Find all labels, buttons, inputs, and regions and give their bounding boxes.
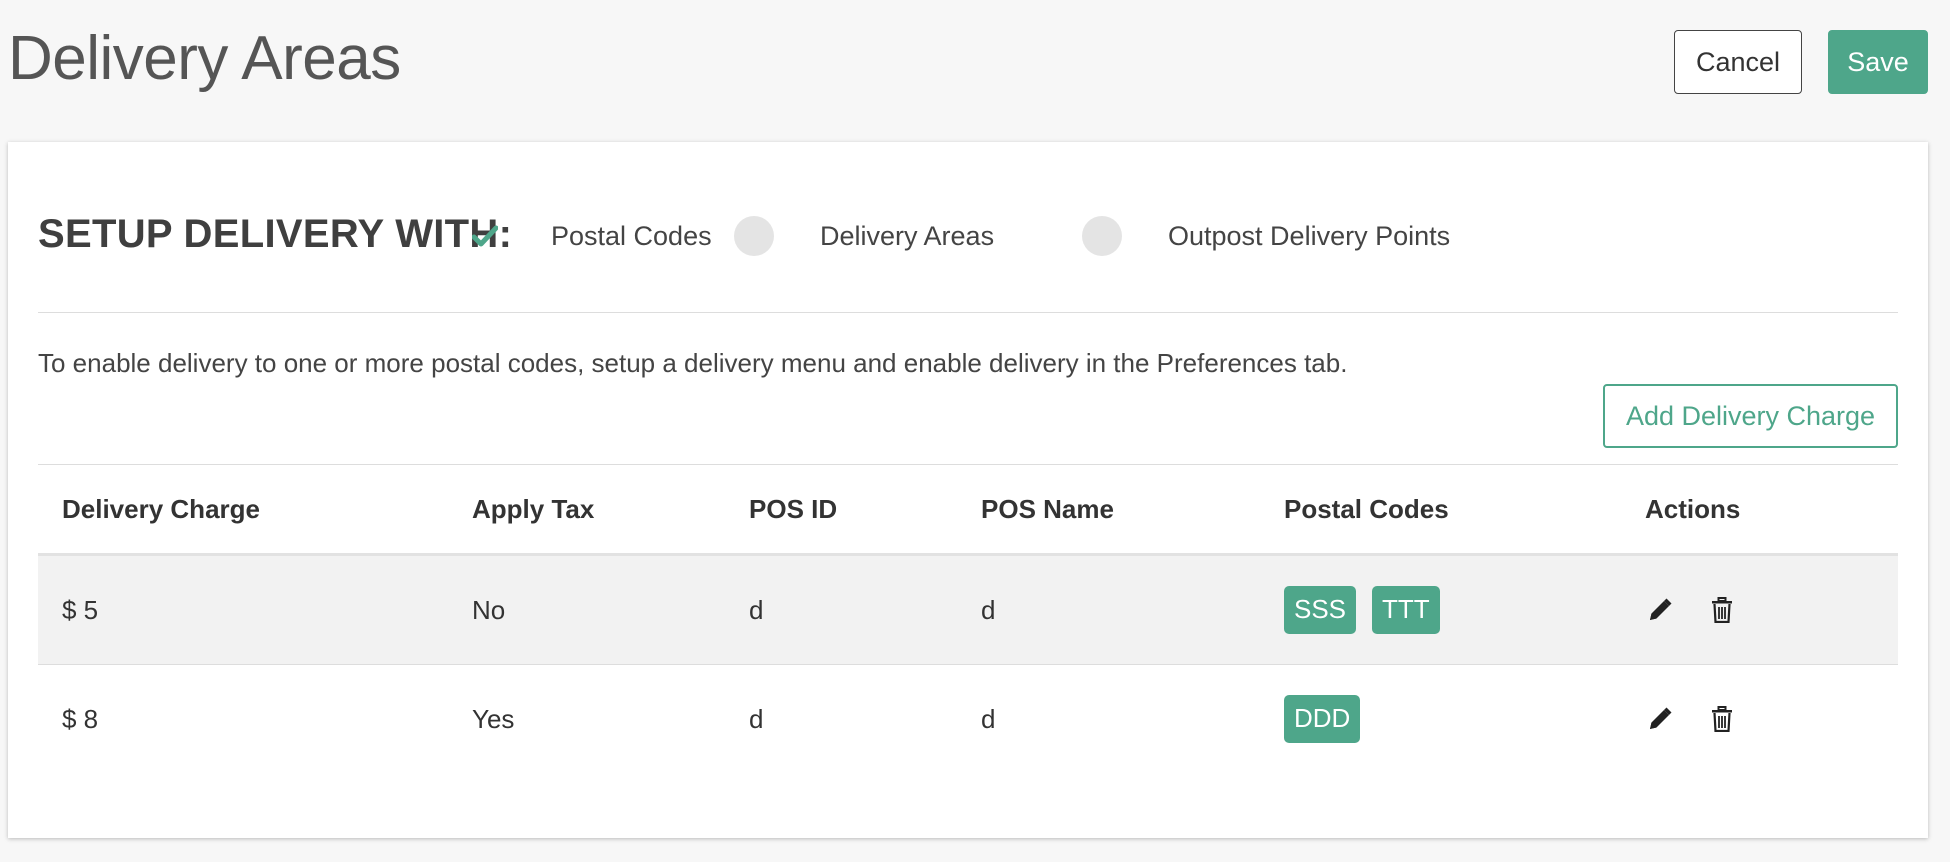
- column-header[interactable]: POS ID: [725, 464, 957, 556]
- actions-cell: [1621, 665, 1898, 774]
- pos-name-cell: d: [957, 554, 1260, 665]
- postal-codes-cell: DDD: [1260, 665, 1621, 774]
- option-delivery-areas[interactable]: Delivery Areas: [734, 212, 994, 260]
- pos-id-cell: d: [725, 554, 957, 665]
- option-label: Delivery Areas: [820, 220, 995, 251]
- add-delivery-charge-button[interactable]: Add Delivery Charge: [1603, 384, 1898, 448]
- pencil-icon[interactable]: [1647, 705, 1673, 733]
- option-label: Postal Codes: [551, 220, 712, 251]
- column-header[interactable]: Postal Codes: [1260, 464, 1621, 556]
- postal-code-tag: SSS: [1284, 586, 1357, 634]
- trash-icon[interactable]: [1709, 705, 1735, 733]
- save-button[interactable]: Save: [1828, 30, 1928, 94]
- page-title: Delivery Areas: [8, 24, 401, 93]
- page: Delivery Areas Cancel Save SETUP DELIVER…: [0, 0, 1950, 862]
- pencil-icon[interactable]: [1647, 596, 1673, 624]
- check-icon[interactable]: [465, 216, 505, 256]
- header-actions: Cancel Save: [1674, 30, 1928, 94]
- option-label: Outpost Delivery Points: [1168, 220, 1451, 251]
- radio-empty-icon[interactable]: [1082, 216, 1122, 256]
- apply-tax-cell: No: [448, 554, 725, 665]
- column-header[interactable]: POS Name: [957, 464, 1260, 556]
- delivery-charge-cell: $ 8: [62, 703, 99, 734]
- apply-tax-cell: Yes: [472, 703, 515, 734]
- trash-icon[interactable]: [1709, 596, 1735, 624]
- divider: [38, 312, 1898, 313]
- pos-name-cell: d: [981, 703, 996, 734]
- postal-codes-cell: SSS TTT: [1260, 554, 1621, 665]
- option-outpost-delivery-points[interactable]: Outpost Delivery Points: [1082, 212, 1450, 260]
- column-header[interactable]: Delivery Charge: [38, 464, 448, 556]
- postal-code-tag: TTT: [1372, 586, 1440, 634]
- postal-code-tag: DDD: [1284, 695, 1361, 743]
- cancel-button[interactable]: Cancel: [1674, 30, 1802, 94]
- delivery-charges-table: Delivery Charge Apply Tax POS ID POS Nam…: [38, 464, 1898, 773]
- column-header[interactable]: Apply Tax: [448, 464, 725, 556]
- actions-cell: [1621, 554, 1898, 665]
- table-header-row: Delivery Charge Apply Tax POS ID POS Nam…: [38, 464, 1898, 556]
- table-row: $ 8 Yes d d DDD: [38, 665, 1898, 774]
- column-header: Actions: [1621, 464, 1898, 556]
- table-row: $ 5 No d d SSS TTT: [38, 554, 1898, 665]
- delivery-settings-card: SETUP DELIVERY WITH: Postal Codes Delive…: [8, 142, 1928, 838]
- setup-title: SETUP DELIVERY WITH:: [38, 212, 513, 256]
- setup-delivery-row: SETUP DELIVERY WITH: Postal Codes Delive…: [38, 212, 1898, 312]
- pos-id-cell: d: [749, 703, 764, 734]
- option-postal-codes[interactable]: Postal Codes: [465, 212, 712, 260]
- delivery-charge-cell: $ 5: [38, 554, 448, 665]
- info-text: To enable delivery to one or more postal…: [38, 348, 1348, 378]
- radio-empty-icon[interactable]: [734, 216, 774, 256]
